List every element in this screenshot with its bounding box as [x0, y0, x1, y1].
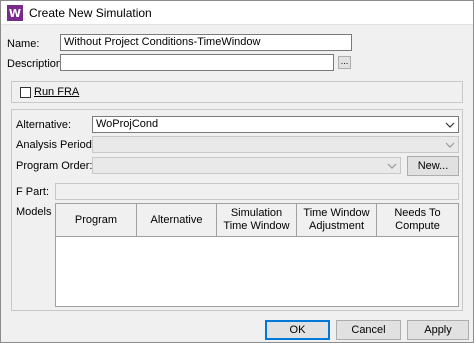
run-fra-label[interactable]: Run FRA — [34, 86, 79, 98]
analysis-period-label: Analysis Period: — [16, 139, 95, 151]
column-header-alternative[interactable]: Alternative — [137, 204, 217, 237]
alternative-select[interactable]: WoProjCond — [92, 116, 459, 133]
alternative-label: Alternative: — [16, 119, 72, 131]
fra-group: Run FRA — [11, 81, 463, 103]
chevron-down-icon — [445, 142, 455, 148]
cancel-button[interactable]: Cancel — [336, 320, 401, 340]
column-header-needs-to-compute[interactable]: Needs To Compute — [377, 204, 458, 237]
description-browse-button[interactable]: ... — [338, 56, 351, 69]
fpart-label: F Part: — [16, 186, 50, 198]
svg-text:W: W — [9, 7, 21, 20]
title-bar: W Create New Simulation — [1, 1, 473, 25]
description-field[interactable] — [60, 54, 334, 71]
ok-button[interactable]: OK — [265, 320, 330, 340]
column-header-time-window-adjustment[interactable]: Time Window Adjustment — [297, 204, 377, 237]
column-header-simulation-time-window[interactable]: Simulation Time Window — [217, 204, 297, 237]
new-program-order-button[interactable]: New... — [407, 156, 459, 176]
program-order-select[interactable] — [92, 157, 401, 174]
program-order-label: Program Order: — [16, 160, 93, 172]
dialog-window: W Create New Simulation Name: Without Pr… — [0, 0, 474, 343]
description-label: Description: — [7, 58, 66, 70]
name-field[interactable]: Without Project Conditions-TimeWindow — [60, 34, 352, 51]
chevron-down-icon — [445, 122, 455, 128]
fpart-field — [55, 183, 459, 200]
alternative-value: WoProjCond — [96, 118, 159, 130]
app-icon: W — [7, 5, 23, 21]
name-label: Name: — [7, 38, 40, 50]
models-table[interactable]: Program Alternative Simulation Time Wind… — [55, 203, 459, 307]
run-fra-checkbox[interactable] — [20, 87, 31, 98]
column-header-program[interactable]: Program — [56, 204, 137, 237]
chevron-down-icon — [387, 163, 397, 169]
apply-button[interactable]: Apply — [407, 320, 469, 340]
analysis-period-select[interactable] — [92, 136, 459, 153]
models-label: Models — [16, 206, 52, 218]
window-title: Create New Simulation — [29, 6, 152, 20]
